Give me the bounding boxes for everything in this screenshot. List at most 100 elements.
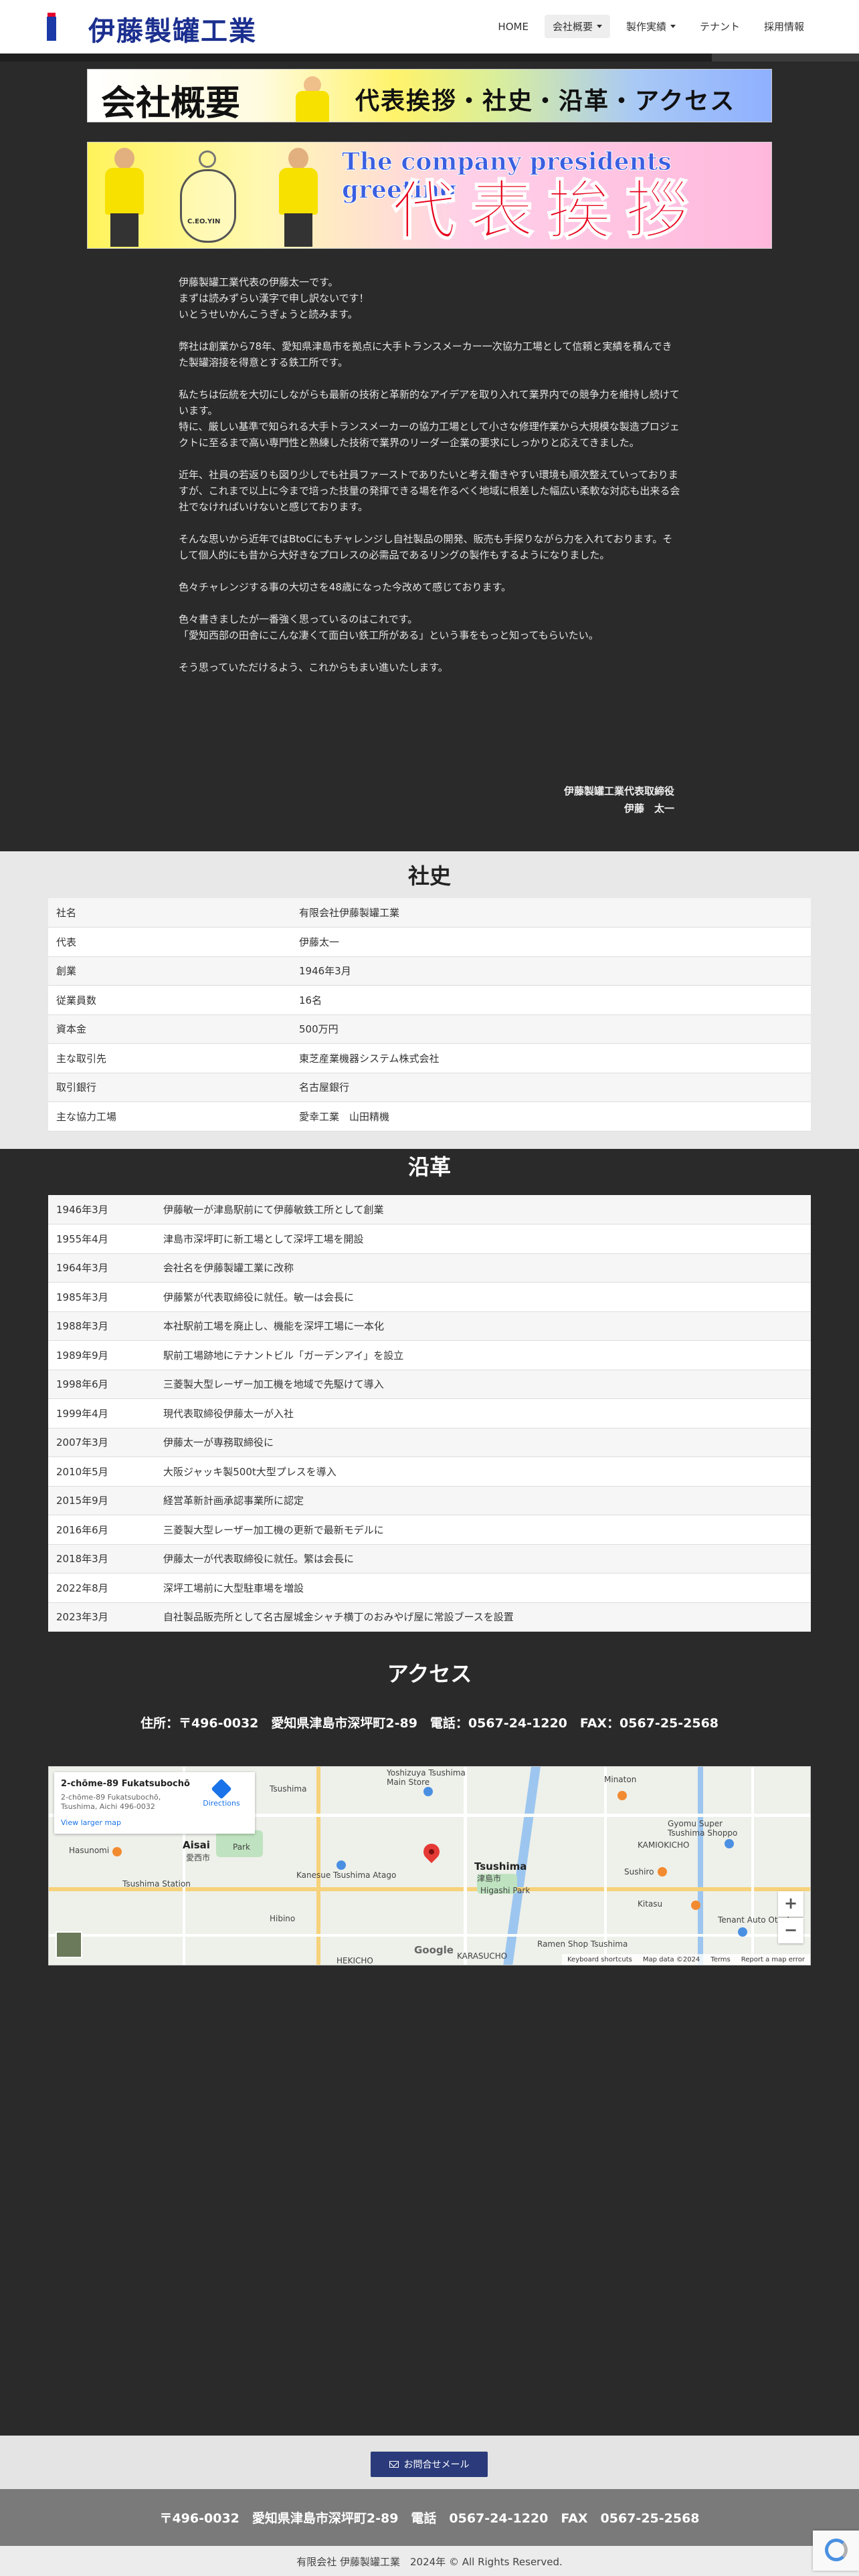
recaptcha-badge[interactable] — [813, 2531, 859, 2571]
table-key-cell: 2018年3月 — [48, 1544, 155, 1574]
keychain-text: C.EO.YIN — [187, 218, 221, 225]
greeting-paragraph: そう思っていただけるよう、これからもまい進いたします。 — [179, 661, 448, 673]
table-value-cell: 伊藤敏一が津島駅前にて伊藤敏鉄工所として創業 — [155, 1195, 811, 1224]
terms-link[interactable]: Terms — [710, 1956, 730, 1963]
table-value-cell: 伊藤繁が代表取締役に就任。敏一は会長に — [155, 1282, 811, 1312]
table-value-cell: 三菱製大型レーザー加工機の更新で最新モデルに — [155, 1515, 811, 1545]
about-banner: 会社概要 代表挨拶・社史・沿革・アクセス — [87, 69, 772, 122]
nav-works[interactable]: 製作実績 — [618, 15, 684, 38]
company-profile-table: 社名 有限会社伊藤製罐工業 代表 伊藤太一 創業 1946年3月 従業員数 16名 資本金 500… — [48, 898, 811, 1132]
store-poi-icon[interactable] — [337, 1860, 346, 1870]
keyboard-shortcuts-link[interactable]: Keyboard shortcuts — [567, 1956, 632, 1963]
table-value-cell: 本社駅前工場を廃止し、機能を深坪工場に一本化 — [155, 1311, 811, 1341]
map-label-tsushima-jp: 津島市 — [477, 1874, 502, 1883]
satellite-toggle[interactable] — [56, 1931, 82, 1958]
contact-mail-button[interactable]: お問合せメール — [371, 2452, 488, 2477]
map-label-aisai: Aisai — [183, 1839, 210, 1851]
zoom-in-button[interactable]: + — [778, 1891, 803, 1917]
nav-works-label: 製作実績 — [626, 21, 666, 33]
map-label-higashi-park: Higashi Park — [480, 1886, 531, 1895]
logo-text: 伊藤製罐工業 — [88, 16, 257, 47]
access-title: アクセス — [387, 1661, 472, 1687]
car-poi-icon[interactable] — [738, 1927, 747, 1937]
map-label-ramen: Ramen Shop Tsushima — [537, 1939, 628, 1949]
nav-about[interactable]: 会社概要 — [544, 15, 610, 38]
table-key-cell: 1989年9月 — [48, 1340, 155, 1370]
greeting-paragraph: そんな思いから近年ではBtoCにもチャレンジし自社製品の開発、販売も手探りながら… — [179, 533, 673, 561]
store-poi-icon[interactable] — [423, 1787, 433, 1796]
shop-poi-icon[interactable] — [617, 1791, 627, 1800]
table-row: 2022年8月 深坪工場前に大型駐車場を増設 — [48, 1573, 811, 1603]
table-value-cell: 経営革新計画承認事業所に認定 — [155, 1486, 811, 1515]
report-error-link[interactable]: Report a map error — [741, 1956, 805, 1963]
nav-tenant[interactable]: テナント — [692, 15, 748, 38]
nav-home-label: HOME — [498, 20, 529, 33]
table-value-cell: 伊藤太一が代表取締役に就任。繁は会長に — [155, 1544, 811, 1574]
mail-icon — [389, 2461, 399, 2468]
greeting-line: 「愛知西部の田舎にこんな凄くて面白い鉄工所がある」という事をもっと知ってもらいた… — [179, 629, 599, 641]
table-key-cell: 資本金 — [48, 1014, 291, 1044]
table-key-cell: 従業員数 — [48, 985, 291, 1015]
map-label-hibino: Hibino — [270, 1914, 296, 1923]
greeting-line: いとうせいかんこうぎょうと読みます。 — [179, 308, 358, 320]
directions-button[interactable]: Directions — [198, 1778, 245, 1808]
president-greeting: 伊藤製罐工業代表の伊藤太一です。 まずは読みずらい漢字で申し訳ないです！ いとう… — [179, 274, 680, 691]
table-key-cell: 1964年3月 — [48, 1253, 155, 1283]
history-title: 沿革 — [407, 1154, 451, 1180]
greeting-banner: C.EO.YIN The company presidents greeting… — [87, 142, 772, 249]
zoom-out-button[interactable]: − — [778, 1918, 803, 1943]
table-row: 2018年3月 伊藤太一が代表取締役に就任。繁は会長に — [48, 1544, 811, 1574]
directions-icon — [211, 1778, 232, 1800]
greeting-line: まずは読みずらい漢字で申し訳ないです！ — [179, 292, 369, 304]
table-row: 代表 伊藤太一 — [48, 927, 811, 957]
shopping-poi-icon[interactable] — [725, 1839, 734, 1848]
location-pin-icon[interactable] — [420, 1840, 443, 1863]
table-row: 取引銀行 名古屋銀行 — [48, 1073, 811, 1102]
google-map[interactable]: Aisai 愛西市 Tsushima 津島市 Tsushima Hasunomi… — [48, 1766, 811, 1965]
map-label-kanesue: Kanesue Tsushima Atago — [296, 1870, 397, 1880]
map-label-yoshizuya: Yoshizuya Tsushima Main Store — [387, 1768, 466, 1787]
table-row: 1955年4月 津島市深坪町に新工場として深坪工場を開設 — [48, 1224, 811, 1254]
table-key-cell: 創業 — [48, 956, 291, 986]
table-value-cell: 大阪ジャッキ製500t大型プレスを導入 — [155, 1457, 811, 1487]
main-nav: HOME 会社概要 製作実績 テナント 採用情報 — [490, 15, 812, 38]
greeting-paragraph: 私たちは伝統を大切にしながらも最新の技術と革新的なアイデアを取り入れて業界内での… — [179, 387, 680, 451]
greeting-signature: 伊藤製罐工業代表取締役 伊藤 太一 — [468, 782, 674, 817]
nav-recruit[interactable]: 採用情報 — [756, 15, 812, 38]
map-label-kitasu: Kitasu — [638, 1899, 663, 1909]
table-row: 2016年6月 三菱製大型レーザー加工機の更新で最新モデルに — [48, 1515, 811, 1545]
table-row: 主な取引先 東芝産業機器システム株式会社 — [48, 1043, 811, 1073]
restaurant-poi-icon[interactable] — [691, 1901, 700, 1910]
sushi-poi-icon[interactable] — [658, 1867, 667, 1876]
president-photo-left — [101, 148, 148, 248]
nav-home[interactable]: HOME — [490, 16, 537, 37]
restaurant-poi-icon[interactable] — [112, 1847, 122, 1856]
map-label-tsushima-station: Tsushima Station — [122, 1879, 191, 1889]
table-key-cell: 代表 — [48, 927, 291, 957]
table-value-cell: 自社製品販売所として名古屋城金シャチ横丁のおみやげ屋に常設ブースを設置 — [155, 1602, 811, 1632]
greeting-paragraph: 伊藤製罐工業代表の伊藤太一です。 まずは読みずらい漢字で申し訳ないです！ いとう… — [179, 274, 680, 322]
view-larger-map-link[interactable]: View larger map — [61, 1818, 248, 1827]
map-label-karasucho: KARASUCHO — [457, 1951, 508, 1961]
google-logo: Google — [414, 1944, 454, 1956]
table-key-cell: 1988年3月 — [48, 1311, 155, 1341]
table-key-cell: 2022年8月 — [48, 1573, 155, 1603]
table-value-cell: 津島市深坪町に新工場として深坪工場を開設 — [155, 1224, 811, 1254]
table-row: 1988年3月 本社駅前工場を廃止し、機能を深坪工場に一本化 — [48, 1311, 811, 1341]
history-table: 1946年3月 伊藤敏一が津島駅前にて伊藤敏鉄工所として創業 1955年4月 津島市深… — [48, 1195, 811, 1632]
table-value-cell: 伊藤太一が専務取締役に — [155, 1428, 811, 1457]
table-row: 資本金 500万円 — [48, 1014, 811, 1044]
table-key-cell: 1999年4月 — [48, 1398, 155, 1428]
site-logo[interactable]: iS 伊藤製罐工業 — [47, 9, 257, 48]
table-row: 1985年3月 伊藤繁が代表取締役に就任。敏一は会長に — [48, 1282, 811, 1312]
table-value-cell: 現代表取締役伊藤太一が入社 — [155, 1398, 811, 1428]
greeting-paragraph: 近年、社員の若返りも図り少しでも社員ファーストでありたいと考え働きやすい環境も順… — [179, 469, 680, 513]
table-key-cell: 社名 — [48, 898, 291, 928]
table-value-cell: 名古屋銀行 — [291, 1073, 811, 1102]
map-label-tsushima-city: Tsushima — [474, 1860, 527, 1872]
table-value-cell: 伊藤太一 — [291, 927, 811, 957]
map-label-aisai-jp: 愛西市 — [186, 1853, 211, 1862]
table-key-cell: 主な協力工場 — [48, 1101, 291, 1132]
map-label-park: Park — [233, 1842, 250, 1852]
table-value-cell: 三菱製大型レーザー加工機を地域で先駆けて導入 — [155, 1370, 811, 1399]
